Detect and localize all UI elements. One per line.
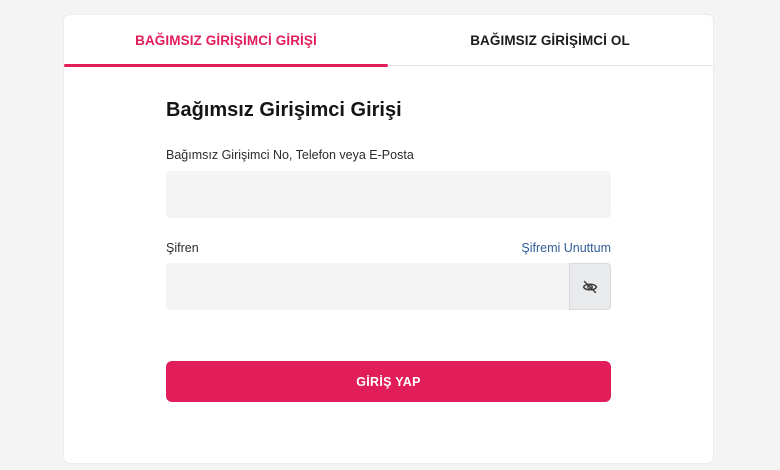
tab-become-entrepreneur-label: BAĞIMSIZ GİRİŞİMCİ OL: [470, 32, 630, 48]
password-visibility-toggle[interactable]: [569, 263, 611, 310]
tab-entrepreneur-login[interactable]: BAĞIMSIZ GİRİŞİMCİ GİRİŞİ: [64, 15, 388, 67]
active-tab-indicator: [64, 64, 388, 67]
login-form: Bağımsız Girişimci Girişi Bağımsız Giriş…: [166, 95, 611, 402]
tab-bar: BAĞIMSIZ GİRİŞİMCİ GİRİŞİ BAĞIMSIZ GİRİŞ…: [64, 15, 713, 67]
password-field: [166, 263, 611, 310]
tab-entrepreneur-login-label: BAĞIMSIZ GİRİŞİMCİ GİRİŞİ: [135, 32, 317, 48]
tab-become-entrepreneur[interactable]: BAĞIMSIZ GİRİŞİMCİ OL: [388, 15, 712, 65]
forgot-password-link[interactable]: Şifremi Unuttum: [521, 241, 611, 255]
password-label-row: Şifren Şifremi Unuttum: [166, 240, 611, 256]
password-input[interactable]: [166, 263, 611, 310]
login-card: BAĞIMSIZ GİRİŞİMCİ GİRİŞİ BAĞIMSIZ GİRİŞ…: [64, 15, 713, 463]
identifier-input[interactable]: [166, 171, 611, 218]
identifier-label: Bağımsız Girişimci No, Telefon veya E-Po…: [166, 148, 414, 162]
login-submit-button[interactable]: GİRİŞ YAP: [166, 361, 611, 402]
form-title: Bağımsız Girişimci Girişi: [166, 99, 402, 121]
eye-slash-icon: [582, 280, 598, 293]
password-label: Şifren: [166, 241, 199, 255]
